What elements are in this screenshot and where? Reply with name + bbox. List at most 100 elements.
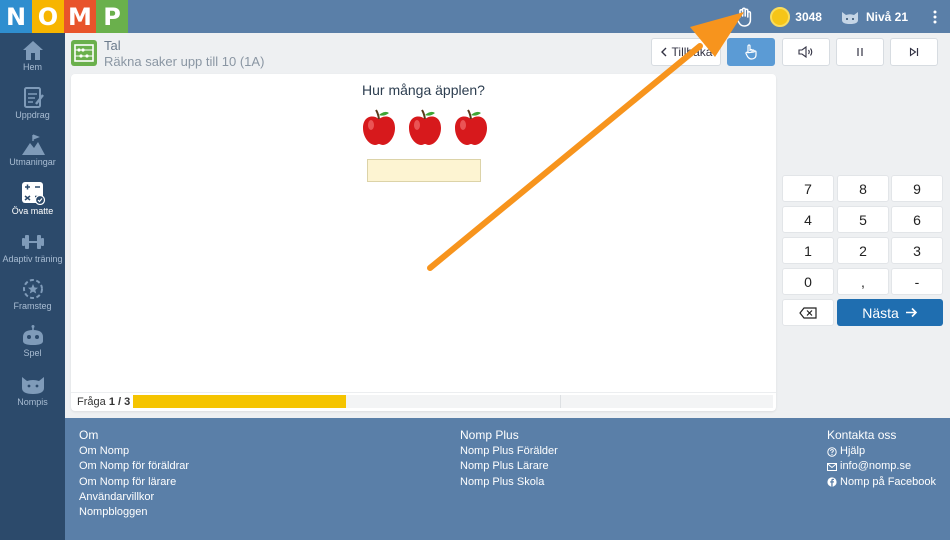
sidebar-item-spel[interactable]: Spel: [0, 325, 65, 358]
envelope-icon: [827, 463, 837, 471]
mountain-icon: [21, 134, 45, 155]
footer-link-help[interactable]: Hjälp: [827, 444, 936, 459]
progress-value: 1 / 3: [108, 396, 131, 408]
next-button[interactable]: Nästa: [837, 299, 943, 326]
coin-icon: [770, 6, 791, 27]
apple-group: [361, 108, 489, 146]
footer-column-om: Om Om Nomp Om Nomp för föräldrar Om Nomp…: [79, 428, 189, 520]
pause-button[interactable]: [836, 38, 884, 66]
raise-hand-button[interactable]: [730, 3, 758, 31]
cat-icon: [21, 377, 44, 394]
logo-letter-o: O: [32, 0, 64, 33]
progress-label: Fråga 1 / 3: [77, 396, 131, 408]
key-comma[interactable]: ,: [837, 268, 889, 295]
sidebar-item-label: Utmaningar: [9, 157, 56, 167]
speaker-icon: [798, 46, 813, 58]
sidebar-item-hem[interactable]: Hem: [0, 39, 65, 72]
key-7[interactable]: 7: [782, 175, 834, 202]
point-mode-button[interactable]: [727, 38, 775, 66]
nomp-logo[interactable]: N O M P: [0, 0, 128, 33]
skip-button[interactable]: [890, 38, 938, 66]
calculator-icon: [21, 182, 45, 205]
footer-heading: Om: [79, 428, 99, 442]
footer-column-nomp-plus: Nomp Plus Nomp Plus Förälder Nomp Plus L…: [460, 428, 558, 490]
key-2[interactable]: 2: [837, 237, 889, 264]
top-bar: N O M P 3048 Nivå 21: [0, 0, 950, 33]
facebook-icon: [827, 477, 837, 487]
apple-icon: [455, 109, 487, 145]
footer-link-email[interactable]: info@nomp.se: [827, 459, 936, 474]
chevron-left-icon: [660, 47, 667, 57]
footer-link[interactable]: Användarvillkor: [79, 490, 189, 505]
footer-link[interactable]: Nomp Plus Lärare: [460, 459, 558, 474]
question-circle-icon: [827, 447, 837, 457]
pause-icon: [857, 48, 863, 56]
sidebar-item-label: Framsteg: [13, 301, 52, 311]
sidebar-item-adaptiv-traning[interactable]: Adaptiv träning: [0, 231, 65, 264]
sidebar-item-label: Hem: [22, 62, 42, 72]
footer-column-kontakt: Kontakta oss Hjälp info@nomp.se Nomp på …: [827, 428, 936, 490]
hand-icon: [736, 7, 752, 27]
sidebar-item-ova-matte[interactable]: Öva matte: [0, 181, 65, 216]
sidebar-item-uppdrag[interactable]: Uppdrag: [0, 87, 65, 120]
exercise-card: Hur många äpplen? Fråga 1 / 3: [71, 74, 776, 411]
footer-link[interactable]: Nomp Plus Skola: [460, 475, 558, 490]
key-1[interactable]: 1: [782, 237, 834, 264]
sidebar-item-framsteg[interactable]: Framsteg: [0, 278, 65, 311]
footer-link[interactable]: Om Nomp: [79, 444, 189, 459]
sidebar: Hem Uppdrag Utmaningar Öva matte Adaptiv…: [0, 33, 65, 540]
key-4[interactable]: 4: [782, 206, 834, 233]
footer-link[interactable]: Om Nomp för föräldrar: [79, 459, 189, 474]
next-button-label: Nästa: [862, 304, 899, 321]
footer-link[interactable]: Nomp Plus Förälder: [460, 444, 558, 459]
key-0[interactable]: 0: [782, 268, 834, 295]
level-label: Nivå 21: [865, 9, 908, 24]
footer: Om Om Nomp Om Nomp för föräldrar Om Nomp…: [65, 418, 950, 540]
key-8[interactable]: 8: [837, 175, 889, 202]
question-text: Hur många äpplen?: [362, 82, 485, 98]
backspace-icon: [799, 306, 817, 319]
sidebar-item-label: Adaptiv träning: [2, 254, 63, 264]
arrow-right-icon: [905, 307, 917, 318]
progress-bar-fill: [133, 395, 346, 408]
footer-heading: Nomp Plus: [460, 428, 519, 442]
kebab-menu-icon: [933, 10, 937, 23]
footer-link[interactable]: Om Nomp för lärare: [79, 475, 189, 490]
sidebar-item-utmaningar[interactable]: Utmaningar: [0, 134, 65, 167]
footer-heading: Kontakta oss: [827, 428, 897, 442]
coin-count: 3048: [795, 9, 822, 24]
abacus-icon: [71, 40, 97, 66]
key-5[interactable]: 5: [837, 206, 889, 233]
key-9[interactable]: 9: [891, 175, 943, 202]
key-minus[interactable]: -: [891, 268, 943, 295]
sidebar-item-label: Öva matte: [11, 206, 54, 216]
footer-link[interactable]: Nompbloggen: [79, 505, 189, 520]
sidebar-item-nompis[interactable]: Nompis: [0, 374, 65, 407]
sidebar-item-label: Nompis: [17, 397, 48, 407]
sound-button[interactable]: [782, 38, 830, 66]
answer-input[interactable]: [367, 159, 481, 182]
progress-bar: [133, 395, 773, 408]
pointer-hand-icon: [745, 44, 757, 60]
sidebar-item-label: Spel: [23, 348, 42, 358]
apple-icon: [363, 109, 395, 145]
key-3[interactable]: 3: [891, 237, 943, 264]
key-6[interactable]: 6: [891, 206, 943, 233]
progress-star-icon: [22, 279, 43, 299]
progress-segment-divider: [560, 395, 561, 408]
task-title: Räkna saker upp till 10 (1A): [104, 54, 265, 69]
logo-letter-n: N: [0, 0, 32, 33]
skip-forward-icon: [909, 47, 919, 57]
task-category: Tal: [104, 38, 121, 53]
dumbbell-icon: [21, 235, 44, 249]
back-button[interactable]: Tillbaka: [651, 38, 721, 66]
back-button-label: Tillbaka: [671, 45, 713, 59]
more-menu-button[interactable]: [924, 10, 946, 24]
logo-letter-p: P: [96, 0, 128, 33]
logo-letter-m: M: [64, 0, 96, 33]
footer-link-facebook[interactable]: Nomp på Facebook: [827, 475, 936, 490]
backspace-button[interactable]: [782, 299, 834, 326]
assignment-icon: [23, 87, 44, 108]
sidebar-item-label: Uppdrag: [15, 110, 50, 120]
cat-avatar-icon[interactable]: [840, 9, 860, 25]
